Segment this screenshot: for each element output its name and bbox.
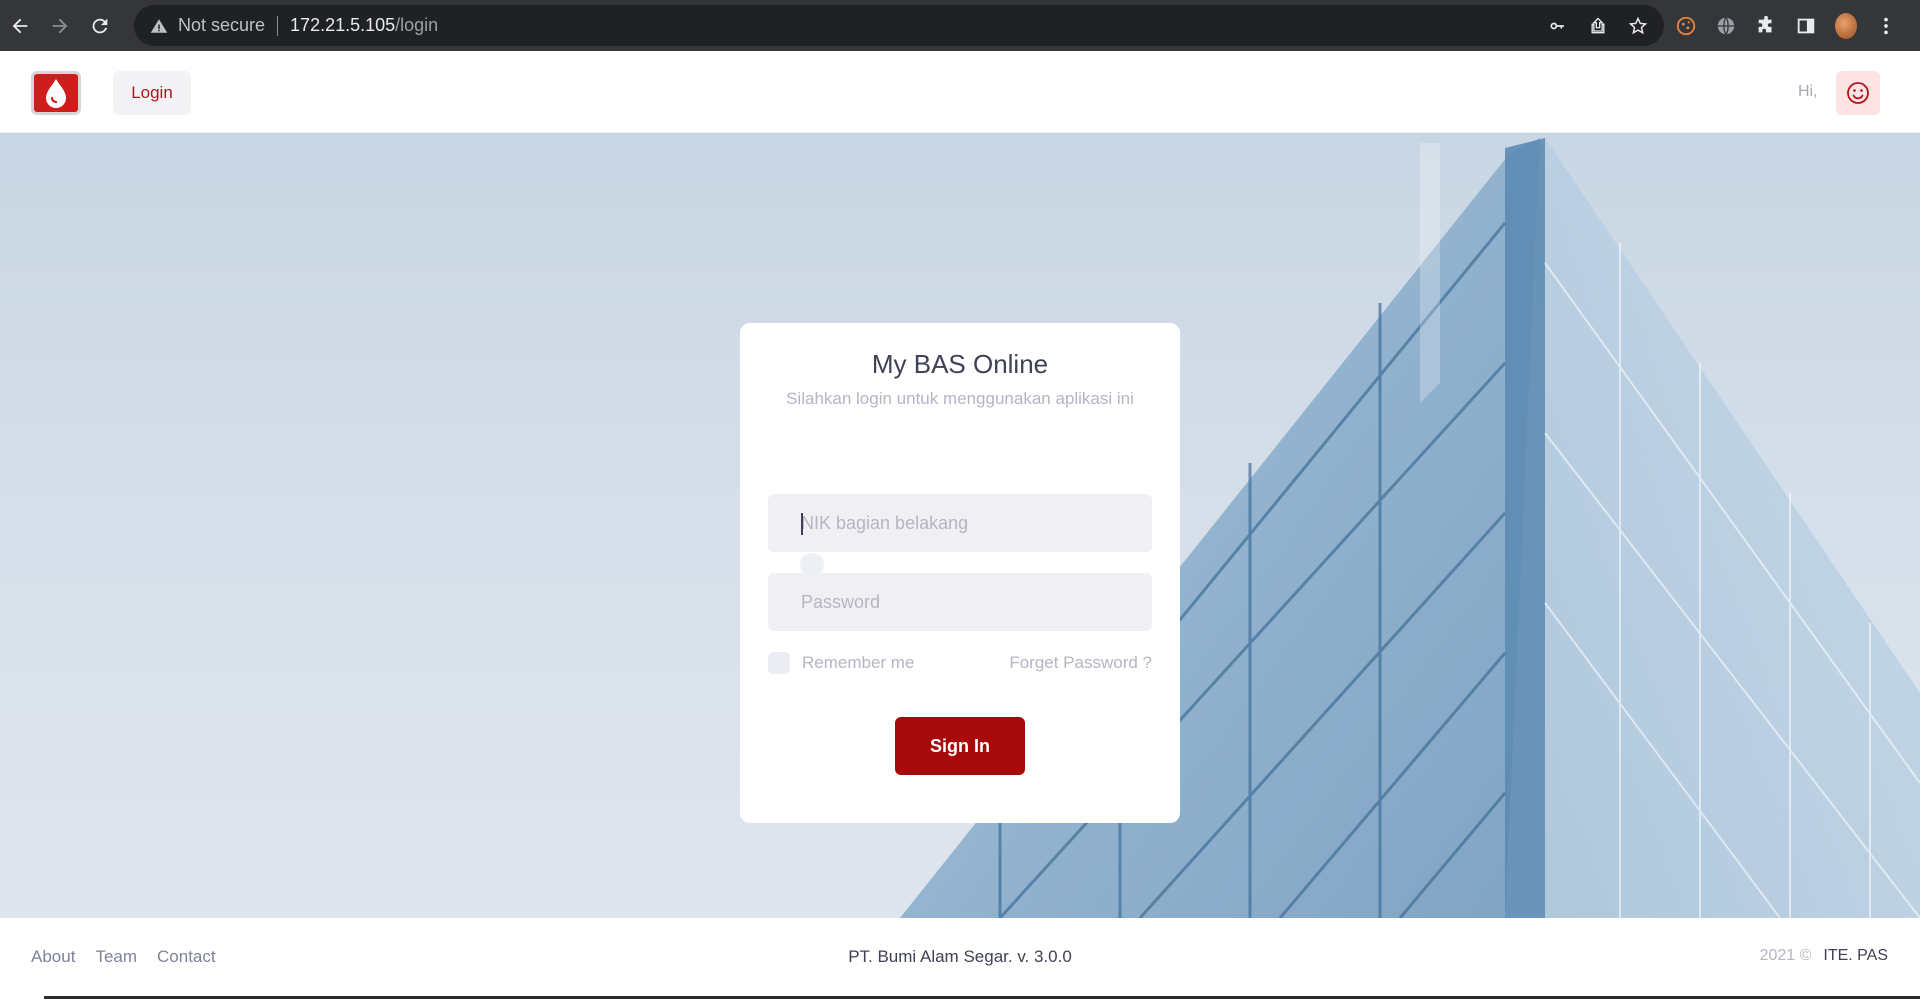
back-arrow-icon xyxy=(12,18,28,33)
forward-button[interactable] xyxy=(40,0,80,51)
login-card: My BAS Online Silahkan login untuk mengg… xyxy=(740,323,1180,823)
bookmark-star-icon[interactable] xyxy=(1628,16,1648,36)
reload-icon xyxy=(92,18,108,33)
browser-toolbar: Not secure 172.21.5.105/login xyxy=(0,0,1920,51)
login-title: My BAS Online xyxy=(871,349,1049,379)
copyright-year: 2021 © xyxy=(1759,947,1812,964)
browser-menu-icon[interactable] xyxy=(1875,15,1897,37)
user-menu-button[interactable] xyxy=(1836,71,1880,115)
side-panel-icon[interactable] xyxy=(1795,15,1817,37)
footer-company-version: PT. Bumi Alam Segar. v. 3.0.0 xyxy=(848,947,1072,966)
footer-copyright: 2021 © ITE. PAS xyxy=(1760,947,1888,965)
remember-me-checkbox[interactable] xyxy=(768,652,790,674)
nik-input[interactable] xyxy=(768,494,1152,552)
smiley-icon xyxy=(1847,82,1869,104)
share-icon[interactable] xyxy=(1588,16,1608,36)
password-input[interactable] xyxy=(768,573,1152,631)
cookie-extension-icon[interactable] xyxy=(1675,15,1697,37)
globe-extension-icon[interactable] xyxy=(1715,15,1737,37)
app-header: Login Hi, xyxy=(0,51,1920,133)
back-button[interactable] xyxy=(0,0,40,51)
drop-logo-icon xyxy=(46,79,66,108)
greeting-text: Hi, xyxy=(1798,83,1818,100)
profile-avatar-icon[interactable] xyxy=(1835,12,1857,39)
address-divider xyxy=(277,15,279,36)
url-host: 172.21.5.105 xyxy=(290,15,396,35)
nav-login-tab[interactable]: Login xyxy=(113,71,191,115)
warning-icon xyxy=(150,18,168,33)
security-status: Not secure xyxy=(178,15,266,35)
reload-button[interactable] xyxy=(80,0,120,51)
page-footer: About Team Contact PT. Bumi Alam Segar. … xyxy=(0,918,1920,999)
address-bar[interactable]: Not secure 172.21.5.105/login xyxy=(134,5,1664,46)
forget-password-link[interactable]: Forget Password ? xyxy=(1009,653,1152,673)
hero-background: My BAS Online Silahkan login untuk mengg… xyxy=(0,133,1920,918)
remember-me-label[interactable]: Remember me xyxy=(802,653,914,673)
sign-in-button[interactable]: Sign In xyxy=(895,717,1025,775)
key-icon[interactable] xyxy=(1548,16,1568,36)
forward-arrow-icon xyxy=(52,18,68,33)
text-caret xyxy=(801,513,803,535)
app-logo[interactable] xyxy=(31,71,81,115)
copyright-org[interactable]: ITE. PAS xyxy=(1823,947,1888,965)
puzzle-extensions-icon[interactable] xyxy=(1755,15,1777,37)
login-subtitle: Silahkan login untuk menggunakan aplikas… xyxy=(786,389,1134,408)
url-path: /login xyxy=(395,15,439,35)
